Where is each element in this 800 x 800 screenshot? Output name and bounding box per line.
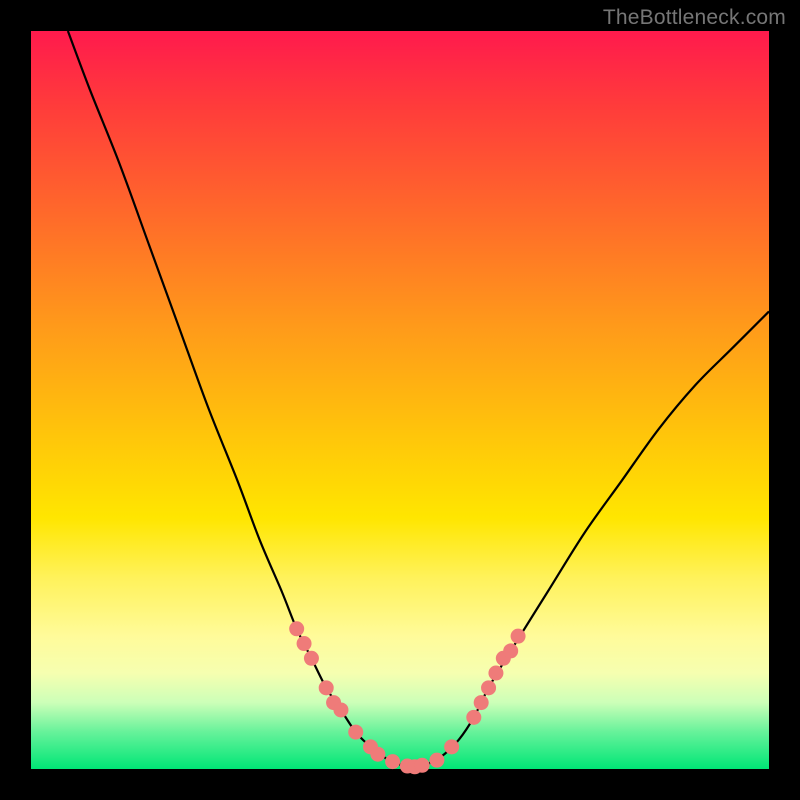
data-marker (333, 702, 348, 717)
data-marker (297, 636, 312, 651)
data-marker (511, 629, 526, 644)
bottleneck-curve-left (68, 31, 415, 768)
bottleneck-curve-right (415, 311, 769, 767)
data-marker (474, 695, 489, 710)
data-marker (304, 651, 319, 666)
data-marker (289, 621, 304, 636)
curve-left-branch (68, 31, 415, 768)
data-markers (289, 621, 525, 774)
data-marker (415, 758, 430, 773)
data-marker (481, 680, 496, 695)
data-marker (429, 753, 444, 768)
watermark-text: TheBottleneck.com (603, 6, 786, 30)
curve-layer (31, 31, 769, 769)
data-marker (385, 754, 400, 769)
data-marker (444, 739, 459, 754)
curve-right-branch (415, 311, 769, 767)
data-marker (466, 710, 481, 725)
data-marker (488, 666, 503, 681)
data-marker (503, 643, 518, 658)
data-marker (319, 680, 334, 695)
chart-frame: TheBottleneck.com (0, 0, 800, 800)
data-marker (348, 725, 363, 740)
data-marker (370, 747, 385, 762)
